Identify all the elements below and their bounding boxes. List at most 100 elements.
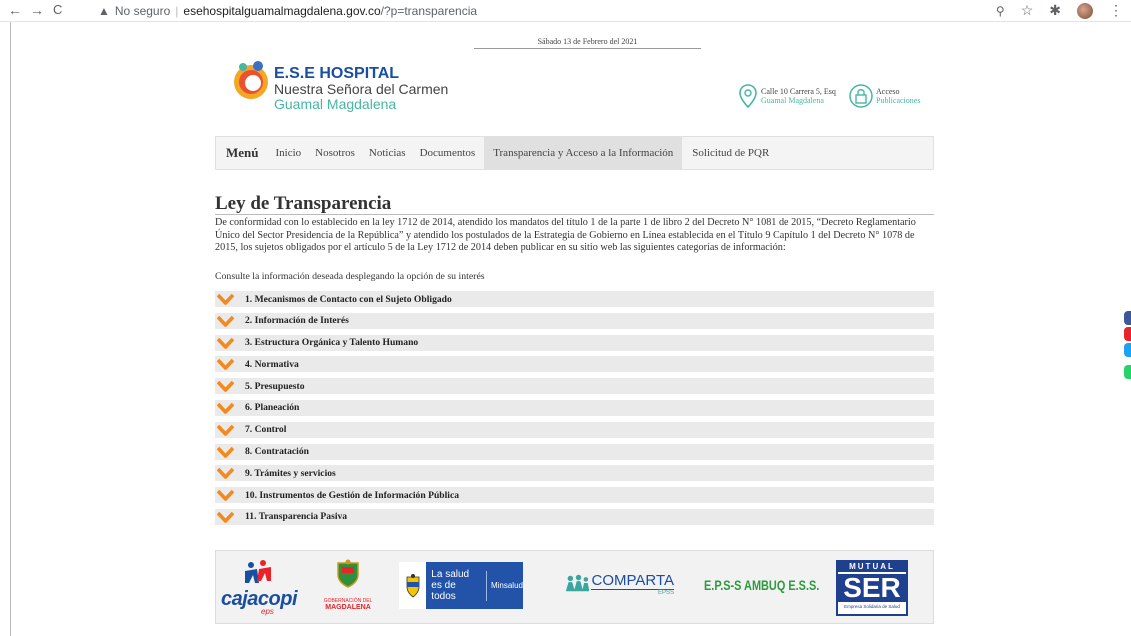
url-separator: | <box>175 4 179 18</box>
main-menu: Menú Inicio Nosotros Noticias Documentos… <box>215 136 934 170</box>
current-date: Sábado 13 de Febrero del 2021 <box>474 37 701 49</box>
access-line1: Acceso <box>876 87 900 96</box>
partner-logos: cajacopi eps GOBERNACIÓN DEL MAGDALENA L… <box>215 550 934 624</box>
title-divider <box>215 214 934 215</box>
accordion-item-label: 3. Estructura Orgánica y Talento Humano <box>245 337 419 349</box>
profile-avatar[interactable] <box>1077 2 1093 19</box>
accordion-item-label: 6. Planeación <box>245 402 300 414</box>
accordion-item-label: 9. Trámites y servicios <box>245 467 336 479</box>
comparta-people-icon <box>565 574 590 592</box>
accordion-item[interactable]: 10. Instrumentos de Gestión de Informaci… <box>215 487 934 504</box>
chevron-down-icon <box>217 402 234 414</box>
accordion-item-label: 8. Contratación <box>245 446 309 458</box>
minsalud-logo[interactable]: La salud es de todos Minsalud <box>399 562 523 609</box>
brand-line2: Nuestra Señora del Carmen <box>274 81 449 97</box>
comparta-text: COMPARTA <box>591 572 674 590</box>
address-line2: Guamal Magdalena <box>761 96 824 105</box>
accordion-item[interactable]: 4. Normativa <box>215 356 934 373</box>
youtube-share-icon[interactable] <box>1124 327 1131 341</box>
accordion-item-label: 11. Transparencia Pasiva <box>245 511 348 523</box>
address-bar[interactable]: ▲ No seguro | esehospitalguamalmagdalena… <box>98 3 477 19</box>
address-block[interactable]: Calle 10 Carrera 5, Esq Guamal Magdalena <box>739 84 836 108</box>
accordion-item[interactable]: 1. Mecanismos de Contacto con el Sujeto … <box>215 291 934 307</box>
reload-icon[interactable]: C <box>53 2 62 17</box>
ambuq-text: E.P.S-S AMBUQ E.S.S. <box>704 577 820 593</box>
coat-of-arms-icon <box>337 559 359 588</box>
zoom-icon[interactable]: ⚲ <box>996 4 1005 18</box>
warning-icon: ▲ <box>98 4 110 18</box>
accordion-item-label: 2. Información de Interés <box>245 315 349 327</box>
accordion-item[interactable]: 11. Transparencia Pasiva <box>215 508 934 525</box>
address-line1: Calle 10 Carrera 5, Esq <box>761 87 836 96</box>
back-icon[interactable]: ← <box>8 2 22 18</box>
chevron-down-icon <box>217 489 234 501</box>
chevron-down-icon <box>217 293 234 305</box>
accordion-item[interactable]: 3. Estructura Orgánica y Talento Humano <box>215 334 934 351</box>
url-path: /?p=transparencia <box>380 4 478 18</box>
accordion-item[interactable]: 7. Control <box>215 421 934 438</box>
comparta-logo[interactable]: COMPARTA EPSS <box>564 573 674 613</box>
url-text: esehospitalguamalmagdalena.gov.co/?p=tra… <box>183 4 477 18</box>
gobernacion-magdalena-logo[interactable]: GOBERNACIÓN DEL MAGDALENA <box>317 559 379 619</box>
transparency-accordion: 1. Mecanismos de Contacto con el Sujeto … <box>215 291 934 531</box>
chevron-down-icon <box>217 511 234 523</box>
gobernacion-line2: MAGDALENA <box>325 604 371 611</box>
hospital-logo-icon[interactable] <box>229 58 273 102</box>
brand-line1: E.S.E HOSPITAL <box>274 65 400 82</box>
access-publications-link[interactable]: Acceso Publicaciones <box>849 84 920 108</box>
insecure-label: No seguro <box>114 4 171 18</box>
page-border <box>10 22 11 636</box>
browser-actions: ⚲ ☆ ✱ ⋮ <box>996 2 1123 19</box>
accordion-item[interactable]: 9. Trámites y servicios <box>215 465 934 482</box>
chevron-down-icon <box>217 380 234 392</box>
minsalud-line1: La salud <box>431 569 470 580</box>
mutual-ser-logo[interactable]: MUTUAL SER Empresa Solidaria de Salud <box>836 560 908 616</box>
whatsapp-share-icon[interactable] <box>1124 365 1131 379</box>
hospital-brand[interactable]: E.S.E HOSPITAL Nuestra Señora del Carmen… <box>274 66 448 112</box>
menu-item-nosotros[interactable]: Nosotros <box>315 136 355 170</box>
bookmark-star-icon[interactable]: ☆ <box>1021 2 1034 19</box>
accordion-item[interactable]: 8. Contratación <box>215 443 934 460</box>
cajacopi-logo[interactable]: cajacopi eps <box>221 559 301 619</box>
chevron-down-icon <box>217 468 234 480</box>
ambuq-logo[interactable]: E.P.S-S AMBUQ E.S.S. <box>704 565 824 605</box>
menu-item-pqr[interactable]: Solicitud de PQR <box>692 136 769 170</box>
access-line2: Publicaciones <box>876 96 921 105</box>
minsalud-slogan: La salud es de todos <box>431 569 482 602</box>
extensions-icon[interactable]: ✱ <box>1049 2 1061 19</box>
lock-icon <box>849 84 873 108</box>
chevron-down-icon <box>217 315 234 327</box>
twitter-share-icon[interactable] <box>1124 343 1131 357</box>
comparta-subtext: EPSS <box>657 590 674 596</box>
chevron-down-icon <box>217 424 234 436</box>
chevron-down-icon <box>217 446 234 458</box>
url-host: esehospitalguamalmagdalena.gov.co <box>183 4 381 18</box>
instructions-text: Consulte la información deseada desplega… <box>215 271 485 282</box>
minsalud-brand: Minsalud <box>490 581 523 590</box>
accordion-item-label: 1. Mecanismos de Contacto con el Sujeto … <box>245 293 452 305</box>
menu-title: Menú <box>226 145 259 160</box>
menu-item-noticias[interactable]: Noticias <box>369 136 406 170</box>
menu-item-inicio[interactable]: Inicio <box>276 136 302 170</box>
colombia-shield-icon <box>399 562 427 609</box>
menu-item-transparencia[interactable]: Transparencia y Acceso a la Información <box>484 136 683 170</box>
accordion-item[interactable]: 5. Presupuesto <box>215 378 934 395</box>
location-pin-icon <box>739 84 757 108</box>
chevron-down-icon <box>217 337 234 349</box>
cajacopi-figures-icon <box>245 560 271 583</box>
forward-icon[interactable]: → <box>30 2 44 18</box>
accordion-item-label: 10. Instrumentos de Gestión de Informaci… <box>245 489 459 501</box>
menu-item-documentos[interactable]: Documentos <box>420 136 476 170</box>
facebook-share-icon[interactable] <box>1124 311 1131 325</box>
accordion-item-label: 7. Control <box>245 424 287 436</box>
intro-paragraph: De conformidad con lo establecido en la … <box>215 217 916 254</box>
browser-toolbar: ← → C ▲ No seguro | esehospitalguamalmag… <box>0 0 1131 22</box>
mutual-main-text: SER <box>838 574 906 602</box>
accordion-item[interactable]: 2. Información de Interés <box>215 312 934 329</box>
browser-menu-icon[interactable]: ⋮ <box>1109 2 1123 19</box>
minsalud-line2: es de todos <box>431 580 456 602</box>
page-title: Ley de Transparencia <box>215 193 392 214</box>
accordion-item[interactable]: 6. Planeación <box>215 399 934 416</box>
mutual-subtext: Empresa Solidaria de Salud <box>844 604 900 609</box>
accordion-item-label: 5. Presupuesto <box>245 380 305 392</box>
